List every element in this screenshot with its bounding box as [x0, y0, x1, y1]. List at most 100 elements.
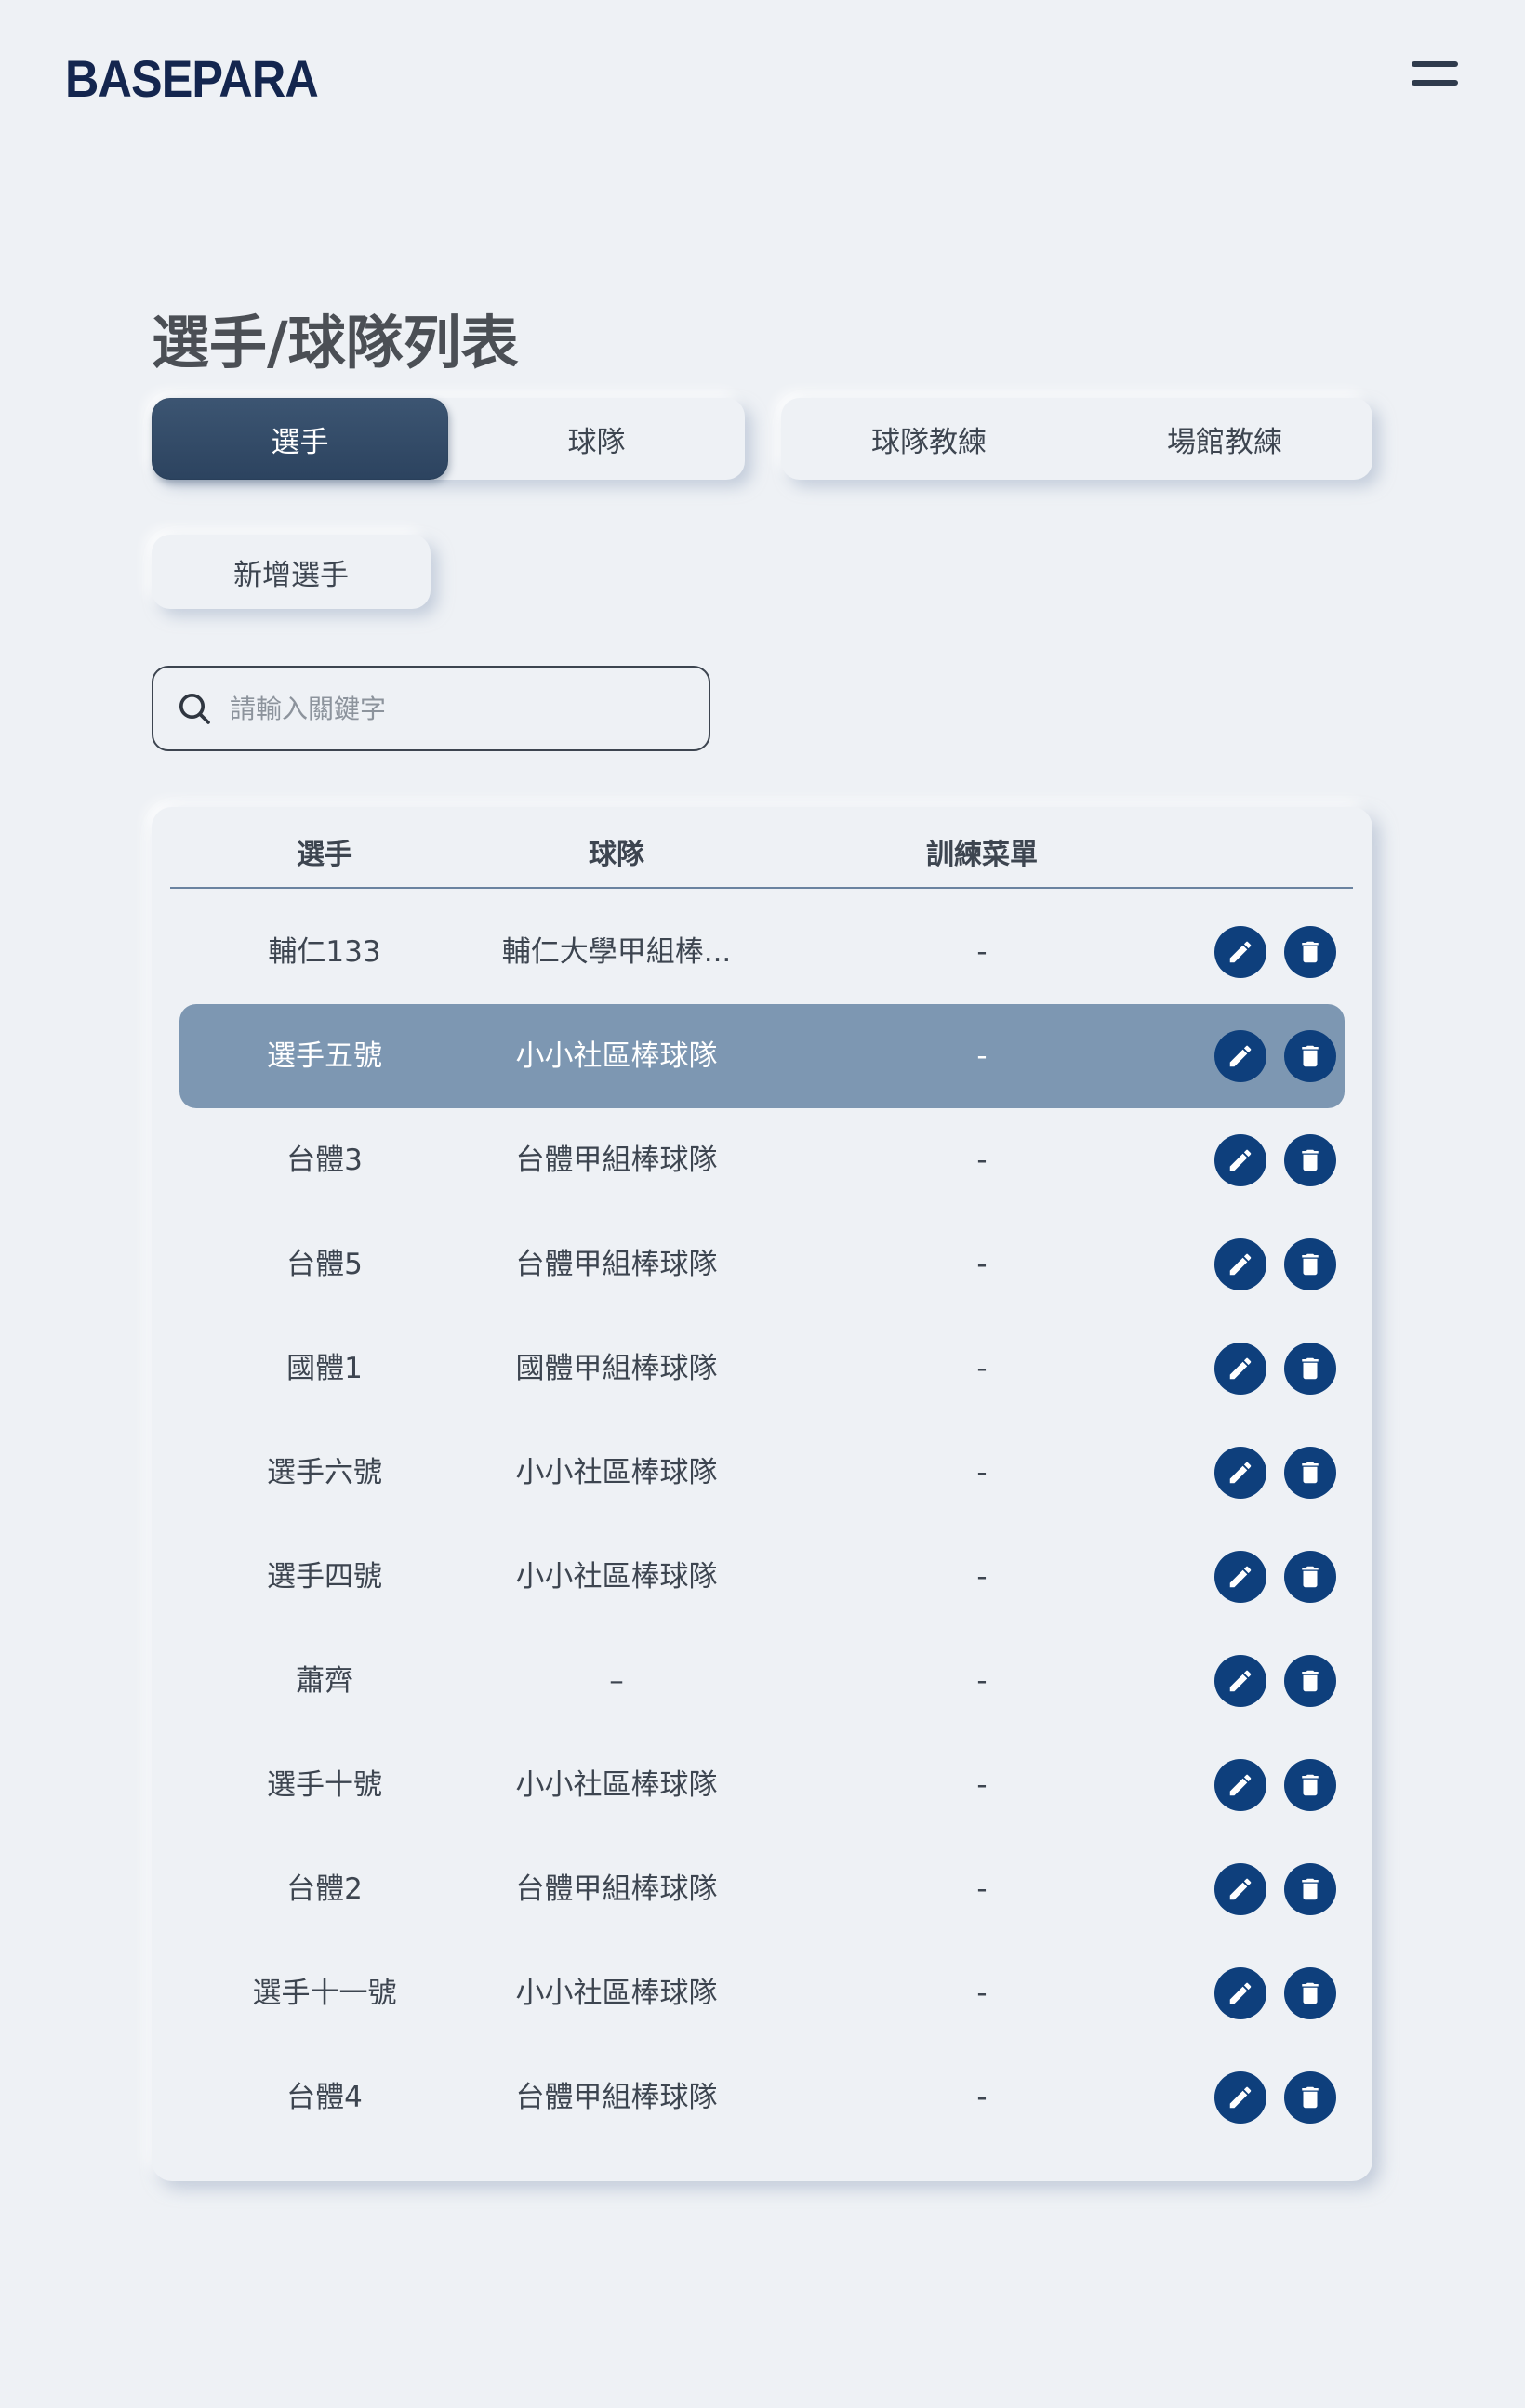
table-header: 選手 球隊 訓練菜單 [170, 807, 1353, 889]
edit-button[interactable] [1214, 1134, 1266, 1186]
cell-team: 小小社區棒球隊 [515, 1977, 718, 2010]
brand-logo[interactable]: BASEPARA [65, 48, 319, 109]
cell-team: 台體甲組棒球隊 [515, 1248, 718, 1281]
cell-player: 台體2 [286, 1872, 363, 1906]
delete-button[interactable] [1284, 1863, 1336, 1915]
table-row[interactable]: 台體5 台體甲組棒球隊 - [152, 1212, 1372, 1316]
table-row[interactable]: 選手四號 小小社區棒球隊 - [152, 1525, 1372, 1629]
delete-button[interactable] [1284, 1238, 1336, 1290]
edit-button[interactable] [1214, 1343, 1266, 1395]
table-row[interactable]: 國體1 國體甲組棒球隊 - [152, 1316, 1372, 1421]
hamburger-menu-button[interactable] [1404, 58, 1465, 95]
pencil-icon [1229, 1670, 1252, 1692]
page-title: 選手/球隊列表 [152, 309, 519, 377]
edit-button[interactable] [1214, 1655, 1266, 1707]
cell-training-menu: - [976, 1144, 988, 1177]
delete-button[interactable] [1284, 926, 1336, 978]
delete-button[interactable] [1284, 1967, 1336, 2019]
table-row[interactable]: 蕭齊 – - [152, 1629, 1372, 1733]
trash-icon [1302, 1670, 1319, 1692]
delete-button[interactable] [1284, 1447, 1336, 1499]
pencil-icon [1229, 1462, 1252, 1484]
pencil-icon [1229, 1357, 1252, 1380]
edit-button[interactable] [1214, 1759, 1266, 1811]
edit-button[interactable] [1214, 926, 1266, 978]
pencil-icon [1229, 941, 1252, 963]
cell-player: 選手六號 [267, 1456, 382, 1489]
delete-button[interactable] [1284, 1551, 1336, 1603]
table-row[interactable]: 選手十號 小小社區棒球隊 - [152, 1733, 1372, 1837]
search-box [152, 666, 710, 751]
trash-icon [1302, 1462, 1319, 1484]
delete-button[interactable] [1284, 2071, 1336, 2124]
cell-team: 輔仁大學甲組棒... [501, 935, 732, 969]
cell-team: 國體甲組棒球隊 [515, 1352, 718, 1385]
cell-training-menu: - [976, 1456, 988, 1489]
cell-training-menu: - [976, 1248, 988, 1281]
cell-player: 國體1 [286, 1352, 363, 1385]
cell-player: 選手五號 [267, 1039, 382, 1073]
cell-player: 蕭齊 [296, 1664, 353, 1698]
cell-training-menu: - [976, 1768, 988, 1802]
trash-icon [1302, 1045, 1319, 1067]
add-player-button[interactable]: 新增選手 [152, 535, 431, 609]
pencil-icon [1229, 1253, 1252, 1276]
cell-player: 選手十一號 [252, 1977, 397, 2010]
table-row[interactable]: 台體3 台體甲組棒球隊 - [152, 1108, 1372, 1212]
cell-team: 小小社區棒球隊 [515, 1560, 718, 1594]
cell-training-menu: - [976, 1352, 988, 1385]
player-table: 選手 球隊 訓練菜單 輔仁133 輔仁大學甲組棒... - 選手五號 小小社區棒… [152, 807, 1372, 2181]
delete-button[interactable] [1284, 1030, 1336, 1082]
pencil-icon [1229, 1566, 1252, 1588]
table-row[interactable]: 選手六號 小小社區棒球隊 - [152, 1421, 1372, 1525]
trash-icon [1302, 1982, 1319, 2004]
cell-team: – [609, 1664, 624, 1698]
cell-player: 輔仁133 [268, 935, 381, 969]
hamburger-icon [1412, 61, 1458, 67]
column-header-team: 球隊 [589, 839, 644, 871]
search-input[interactable] [230, 693, 676, 724]
trash-icon [1302, 1774, 1319, 1796]
table-row[interactable]: 輔仁133 輔仁大學甲組棒... - [152, 900, 1372, 1004]
table-row[interactable]: 台體2 台體甲組棒球隊 - [152, 1837, 1372, 1941]
trash-icon [1302, 1149, 1319, 1171]
pencil-icon [1229, 2086, 1252, 2109]
tab-venue-coaches[interactable]: 場館教練 [1077, 398, 1372, 480]
cell-player: 選手十號 [267, 1768, 382, 1802]
edit-button[interactable] [1214, 1967, 1266, 2019]
table-row[interactable]: 選手十一號 小小社區棒球隊 - [152, 1941, 1372, 2045]
cell-team: 小小社區棒球隊 [515, 1456, 718, 1489]
edit-button[interactable] [1214, 2071, 1266, 2124]
trash-icon [1302, 1357, 1319, 1380]
delete-button[interactable] [1284, 1759, 1336, 1811]
edit-button[interactable] [1214, 1551, 1266, 1603]
delete-button[interactable] [1284, 1134, 1336, 1186]
tab-players[interactable]: 選手 [152, 398, 448, 480]
tab-teams[interactable]: 球隊 [448, 398, 745, 480]
search-icon [179, 694, 210, 724]
edit-button[interactable] [1214, 1238, 1266, 1290]
column-header-player: 選手 [297, 839, 352, 871]
cell-player: 台體5 [286, 1248, 363, 1281]
tab-team-coaches[interactable]: 球隊教練 [781, 398, 1077, 480]
trash-icon [1302, 2086, 1319, 2109]
trash-icon [1302, 941, 1319, 963]
cell-team: 台體甲組棒球隊 [515, 2081, 718, 2114]
edit-button[interactable] [1214, 1447, 1266, 1499]
trash-icon [1302, 1566, 1319, 1588]
table-row[interactable]: 選手五號 小小社區棒球隊 - [152, 1004, 1372, 1108]
secondary-tab-group: 球隊教練 場館教練 [781, 398, 1372, 480]
edit-button[interactable] [1214, 1863, 1266, 1915]
pencil-icon [1229, 1982, 1252, 2004]
cell-player: 台體4 [286, 2081, 363, 2114]
cell-training-menu: - [976, 1872, 988, 1906]
page: BASEPARA 選手/球隊列表 選手 球隊 球隊教練 場館教練 新增選手 選手… [0, 0, 1525, 2408]
table-row[interactable]: 台體4 台體甲組棒球隊 - [152, 2045, 1372, 2150]
delete-button[interactable] [1284, 1343, 1336, 1395]
cell-team: 小小社區棒球隊 [515, 1768, 718, 1802]
cell-training-menu: - [976, 935, 988, 969]
delete-button[interactable] [1284, 1655, 1336, 1707]
edit-button[interactable] [1214, 1030, 1266, 1082]
hamburger-icon-line [1412, 80, 1458, 86]
cell-team: 台體甲組棒球隊 [515, 1872, 718, 1906]
